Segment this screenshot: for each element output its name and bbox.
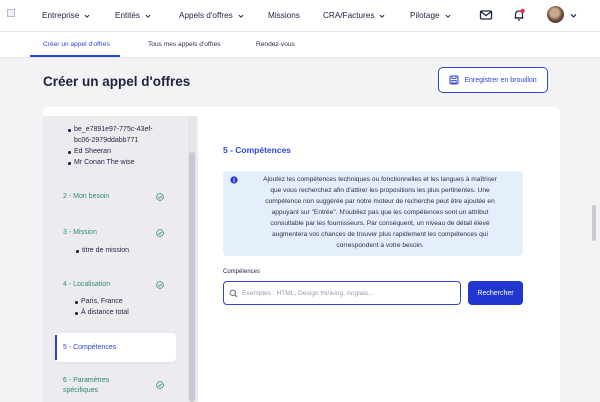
app-logo[interactable] [7,9,15,17]
section-title: 5 - Compétences [223,145,292,155]
step-localisation[interactable]: 4 - Localisation [63,281,110,288]
nav-item-entreprise[interactable]: Entreprise [42,11,90,20]
nav-item-label: Missions [268,11,300,20]
step-detail: titre de mission [75,247,130,254]
check-circle-icon [156,229,164,237]
active-tab-indicator [30,55,120,57]
nav-item-label: Appels d'offres [179,11,233,20]
step-detail: Ed Sheeran [68,148,111,155]
top-navbar: Entreprise Entités Appels d'offres Missi… [0,0,600,32]
notification-dot [520,8,525,14]
active-step-indicator [55,335,57,360]
tab-all-tenders[interactable]: Tous mes appels d'offres [148,41,221,48]
tab-create-tender[interactable]: Créer un appel d'offres [43,41,110,48]
step-mission[interactable]: 3 - Mission [63,229,97,236]
window-scrollbar[interactable] [592,205,596,241]
nav-item-appels-offres[interactable]: Appels d'offres [179,11,244,20]
nav-item-label: Pilotage [410,11,440,20]
info-icon [230,176,238,184]
nav-item-label: Entités [115,11,141,20]
step-detail: Paris, France [75,298,123,305]
chevron-down-icon [84,14,90,18]
chevron-down-icon [238,14,244,18]
step-detail: be_e7891e97-775c-43ef- [68,126,153,133]
info-text-line: augmentera vos chances de trouver plus r… [272,231,488,238]
steps-scrollbar-thumb[interactable] [189,152,195,402]
nav-item-label: Entreprise [42,11,80,20]
nav-item-cra-factures[interactable]: CRA/Factures [323,11,385,20]
save-draft-button[interactable]: Enregistrer en brouillon [438,67,548,93]
competences-field-label: Compétences [223,269,261,275]
nav-item-missions[interactable]: Missions [268,11,300,20]
step-parametres-line2: spécifiques [63,387,99,394]
check-circle-icon [156,193,164,201]
search-placeholder: Exemples : HTML, Design thinking, Anglai… [242,290,374,297]
step-detail: Mr Conan The wise [68,159,135,166]
chevron-down-icon [379,14,385,18]
search-button[interactable]: Rechercher [468,281,523,305]
step-detail: À distance total [75,309,129,316]
bell-icon[interactable] [512,8,526,22]
check-circle-icon [156,381,164,389]
info-text-line: consultable par les fournisseurs. Par co… [270,220,490,227]
chevron-down-icon [445,14,451,18]
chevron-down-icon [145,14,151,18]
tab-meetings[interactable]: Rendez-vous [256,41,295,48]
step-competences-label: 5 - Compétences [63,344,117,351]
avatar[interactable] [547,6,564,23]
info-text-line: que vous recherchez afin d'attirer les p… [270,187,490,194]
info-text-line: correspondent à votre besoin. [336,242,424,249]
search-icon [229,289,238,298]
save-icon [449,75,459,85]
search-button-label: Rechercher [477,289,514,297]
save-draft-label: Enregistrer en brouillon [464,76,537,84]
nav-item-entites[interactable]: Entités [115,11,151,20]
check-circle-icon [156,281,164,289]
info-text-line: Ajoutez les compétences techniques ou fo… [263,176,497,183]
step-mon-besoin[interactable]: 2 - Mon besoin [63,193,109,200]
step-parametres[interactable]: 6 - Paramètres [63,377,109,384]
info-text-line: appuyant sur "Entrée". N'oubliez pas que… [271,209,489,216]
mail-icon[interactable] [479,8,493,22]
info-text-line: compétence non suggérée par notre moteur… [265,198,495,205]
page-title: Créer un appel d'offres [43,74,191,89]
nav-item-pilotage[interactable]: Pilotage [410,11,451,20]
step-detail: bc06-2979ddabb771 [74,137,139,144]
nav-item-label: CRA/Factures [323,11,375,20]
chevron-down-icon[interactable] [570,12,577,19]
